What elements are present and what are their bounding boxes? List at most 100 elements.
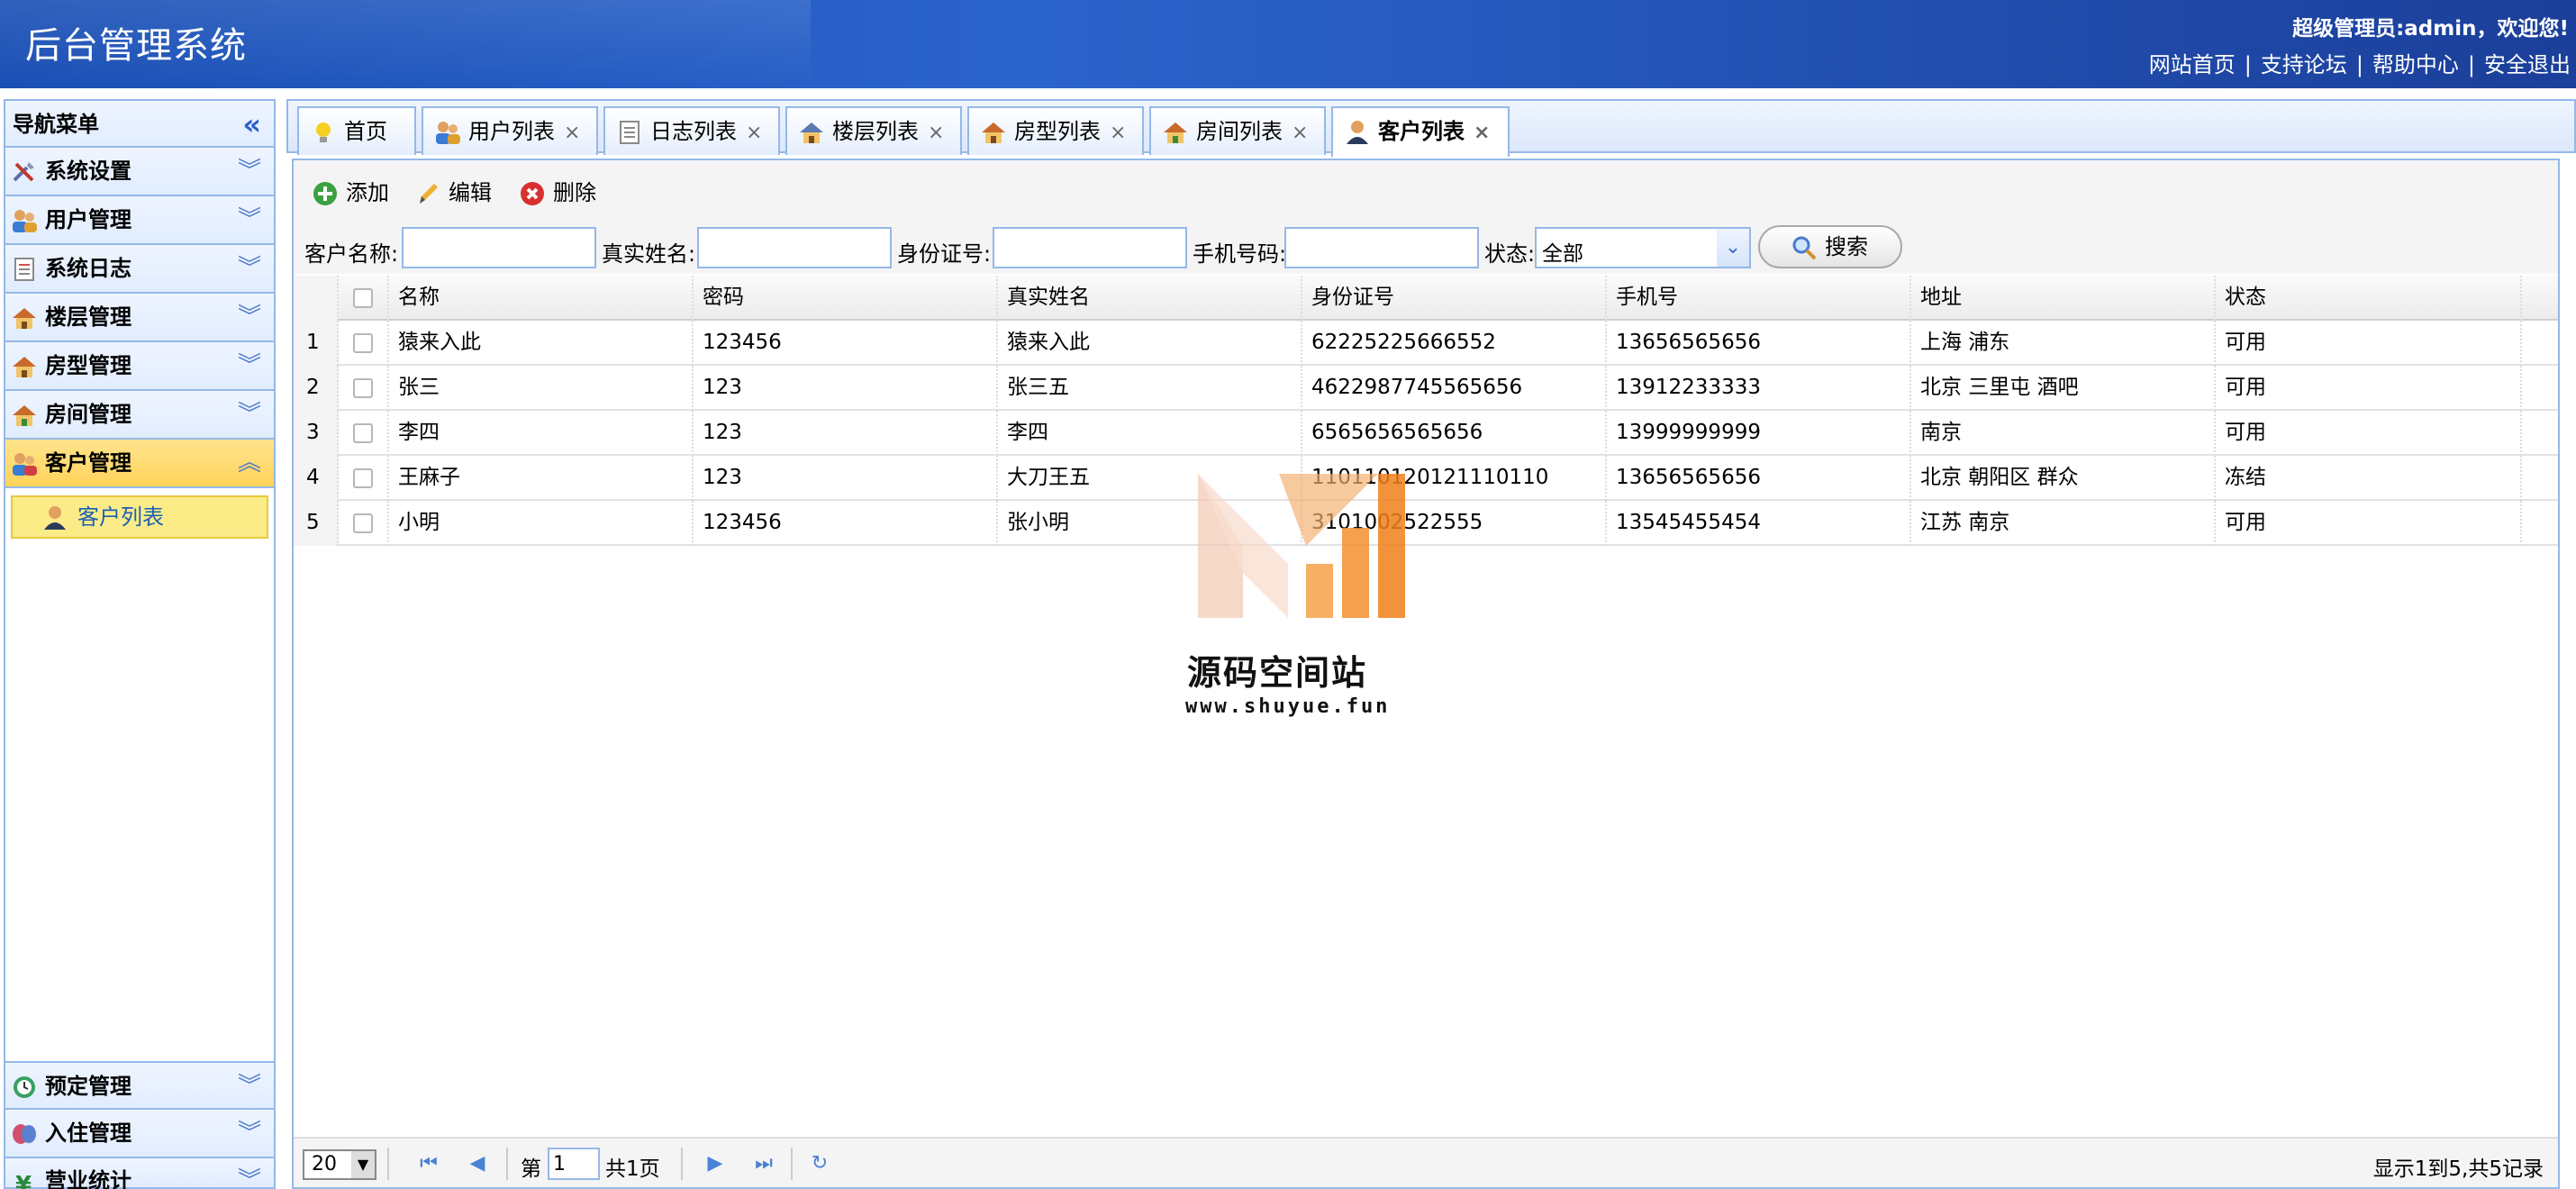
close-icon[interactable]: × (1474, 110, 1490, 157)
row-checkbox[interactable] (353, 513, 373, 533)
tab-label: 用户列表 (468, 119, 555, 144)
nav-item-customer-management[interactable]: 客户管理 ︽ (5, 440, 274, 488)
nav-header: 导航菜单 « (5, 101, 274, 148)
add-label: 添加 (346, 180, 389, 205)
link-forum[interactable]: 支持论坛 (2261, 52, 2347, 77)
nav-item-system-log[interactable]: 系统日志 ︾ (5, 245, 274, 294)
link-help[interactable]: 帮助中心 (2372, 52, 2459, 77)
chevron-down-icon: ︾ (237, 352, 261, 379)
close-icon[interactable]: × (564, 110, 580, 157)
nav-item-room-management[interactable]: 房间管理 ︾ (5, 391, 274, 440)
column-header[interactable]: 真实姓名 (998, 276, 1302, 321)
column-header[interactable]: 地址 (1911, 276, 2216, 321)
tab-room-list[interactable]: 房间列表 × (1149, 106, 1326, 155)
edit-label: 编辑 (449, 180, 492, 205)
nav-item-label: 预定管理 (45, 1074, 132, 1099)
plus-icon (313, 182, 337, 205)
last-page-icon[interactable]: ⏭ (749, 1149, 778, 1178)
main-area: 首页 用户列表 × 日志列表 × 楼层列表 × 房型列表 × 房间列表 × 客户列表 × (286, 99, 2576, 1189)
first-page-icon[interactable]: ⏮ (414, 1149, 443, 1178)
table-row[interactable]: 4 王麻子 123 大刀王五 110110120121110110 136565… (294, 456, 2558, 501)
column-header[interactable]: 状态 (2216, 276, 2522, 321)
page-number-input[interactable] (548, 1148, 600, 1180)
chevron-down-icon: ︾ (237, 255, 261, 282)
nav-item-system-settings[interactable]: 系统设置 ︾ (5, 148, 274, 196)
id-card-input[interactable] (993, 227, 1187, 268)
nav-item-checkin[interactable]: 入住管理 ︾ (5, 1110, 274, 1158)
column-header[interactable]: 手机号 (1607, 276, 1911, 321)
row-checkbox[interactable] (353, 467, 373, 488)
add-button[interactable]: 添加 (308, 173, 389, 213)
tab-home[interactable]: 首页 (297, 106, 416, 155)
edit-button[interactable]: 编辑 (411, 173, 492, 213)
cell-phone: 13999999999 (1607, 411, 1911, 456)
row-end-cell (2522, 366, 2558, 411)
nav-item-room-type-management[interactable]: 房型管理 ︾ (5, 342, 274, 391)
table-row[interactable]: 3 李四 123 李四 6565656565656 13999999999 南京… (294, 411, 2558, 456)
row-end-cell (2522, 321, 2558, 366)
row-checkbox-cell (339, 366, 389, 411)
nav-item-label: 系统设置 (45, 159, 132, 184)
phone-input[interactable] (1284, 227, 1479, 268)
page-size-select[interactable]: 20 ▼ (303, 1149, 376, 1180)
tab-floor-list[interactable]: 楼层列表 × (785, 106, 962, 155)
select-all-checkbox[interactable] (353, 287, 373, 308)
page-size-value: 20 (312, 1153, 337, 1175)
cell-phone: 13912233333 (1607, 366, 1911, 411)
data-grid: 名称 密码 真实姓名 身份证号 手机号 地址 状态 1 猿来入此 123456 … (294, 276, 2558, 546)
table-row[interactable]: 2 张三 123 张三五 4622987745565656 1391223333… (294, 366, 2558, 411)
search-button-label: 搜索 (1825, 234, 1868, 259)
collapse-icon[interactable]: « (242, 101, 261, 148)
nav-item-statistics[interactable]: ¥ 营业统计 ︾ (5, 1158, 274, 1189)
house-icon (13, 357, 36, 377)
cell-password: 123 (694, 411, 998, 456)
chevron-down-icon[interactable]: ▼ (351, 1151, 375, 1178)
close-icon[interactable]: × (1292, 110, 1308, 157)
nav-sub-customer-list[interactable]: 客户列表 (11, 495, 268, 539)
tab-log-list[interactable]: 日志列表 × (603, 106, 780, 155)
close-icon[interactable]: × (928, 110, 944, 157)
close-icon[interactable]: × (746, 110, 762, 157)
tab-user-list[interactable]: 用户列表 × (422, 106, 598, 155)
row-checkbox-cell (339, 456, 389, 501)
tab-label: 房型列表 (1014, 119, 1101, 144)
search-button[interactable]: 搜索 (1758, 225, 1902, 268)
nav-item-floor-management[interactable]: 楼层管理 ︾ (5, 294, 274, 342)
header-num-cell (294, 276, 339, 321)
chevron-down-icon[interactable]: ⌄ (1717, 229, 1749, 267)
record-info: 显示1到5,共5记录 (2372, 1157, 2544, 1181)
close-icon[interactable]: × (1110, 110, 1126, 157)
log-icon (14, 258, 34, 281)
search-bar: 客户名称: 真实姓名: 身份证号: 手机号码: 状态: 全部 ⌄ 搜索 (294, 223, 2558, 274)
nav-item-label: 房型管理 (45, 353, 132, 378)
row-checkbox[interactable] (353, 422, 373, 443)
delete-button[interactable]: 删除 (515, 173, 596, 213)
table-row[interactable]: 5 小明 123456 张小明 3101002522555 1354545545… (294, 501, 2558, 546)
tab-room-type-list[interactable]: 房型列表 × (967, 106, 1144, 155)
nav-item-label: 客户管理 (45, 450, 132, 476)
tab-label: 日志列表 (650, 119, 737, 144)
row-checkbox[interactable] (353, 377, 373, 398)
nav-item-user-management[interactable]: 用户管理 ︾ (5, 196, 274, 245)
link-home[interactable]: 网站首页 (2149, 52, 2236, 77)
next-page-icon[interactable]: ▶ (701, 1149, 730, 1178)
cell-password: 123 (694, 366, 998, 411)
status-select[interactable]: 全部 ⌄ (1535, 227, 1751, 268)
prev-page-icon[interactable]: ◀ (463, 1149, 492, 1178)
id-card-label: 身份证号: (897, 241, 992, 267)
real-name-input[interactable] (697, 227, 892, 268)
nav-panel: 导航菜单 « 系统设置 ︾ 用户管理 ︾ 系统日志 ︾ 楼层管理 ︾ 房型管理 … (4, 99, 276, 1189)
link-logout[interactable]: 安全退出 (2484, 52, 2571, 77)
row-end-cell (2522, 501, 2558, 546)
customer-name-input[interactable] (402, 227, 596, 268)
row-checkbox[interactable] (353, 332, 373, 353)
tab-customer-list[interactable]: 客户列表 × (1331, 106, 1510, 157)
tools-icon (13, 162, 34, 182)
status-label: 状态: (1484, 241, 1536, 267)
column-header[interactable]: 密码 (694, 276, 998, 321)
nav-item-reservation[interactable]: 预定管理 ︾ (5, 1061, 274, 1110)
refresh-icon[interactable]: ↻ (805, 1149, 834, 1178)
column-header[interactable]: 名称 (389, 276, 694, 321)
column-header[interactable]: 身份证号 (1302, 276, 1607, 321)
table-row[interactable]: 1 猿来入此 123456 猿来入此 62225225666552 136565… (294, 321, 2558, 366)
